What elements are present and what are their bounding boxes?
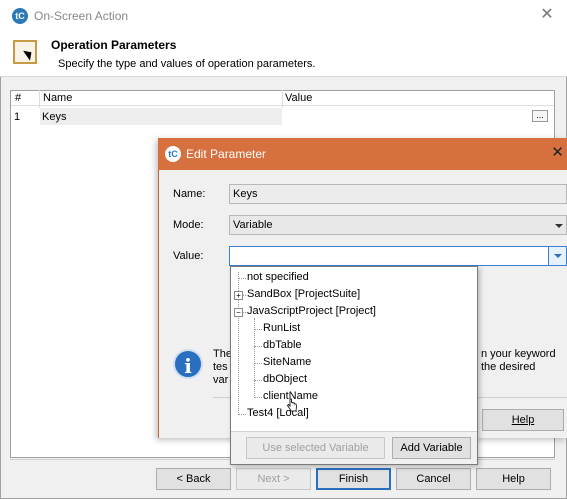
value-dropdown-button[interactable] <box>548 246 567 266</box>
next-button[interactable]: Next > <box>236 468 311 490</box>
tree-item-sandbox[interactable]: SandBox [ProjectSuite] <box>247 288 360 300</box>
help-button[interactable]: Help <box>476 468 551 490</box>
info-text-line: n your keyword <box>481 348 556 360</box>
mode-label: Mode: <box>173 219 204 231</box>
back-button[interactable]: < Back <box>156 468 231 490</box>
add-variable-button[interactable]: Add Variable <box>392 437 471 459</box>
window-title: On-Screen Action <box>34 9 129 23</box>
tree-connector <box>254 329 262 330</box>
cancel-button[interactable]: Cancel <box>396 468 471 490</box>
tree-item-sitename[interactable]: SiteName <box>263 356 311 368</box>
chevron-down-icon <box>554 254 562 258</box>
table-row[interactable]: 1 Keys <box>11 108 554 125</box>
info-icon: i <box>173 349 203 379</box>
tree-item-dbtable[interactable]: dbTable <box>263 339 302 351</box>
name-label: Name: <box>173 188 206 200</box>
tree-connector <box>238 278 246 279</box>
dialog-title: Edit Parameter <box>186 147 267 161</box>
testcomplete-logo-icon: tC <box>12 8 28 24</box>
tree-connector <box>254 346 262 347</box>
tree-item-runlist[interactable]: RunList <box>263 322 300 334</box>
column-header-number[interactable]: # <box>15 92 21 104</box>
collapse-icon[interactable]: − <box>234 308 243 317</box>
expand-icon[interactable]: + <box>234 291 243 300</box>
testcomplete-logo-icon: tC <box>165 146 181 162</box>
tree-item-test4[interactable]: Test4 [Local] <box>247 407 309 419</box>
tree-item-javascriptproject[interactable]: JavaScriptProject [Project] <box>247 305 376 317</box>
dialog-help-label: Help <box>511 414 535 426</box>
tree-connector <box>254 397 262 398</box>
tree-item-dbobject[interactable]: dbObject <box>263 373 307 385</box>
mode-select[interactable]: Variable <box>229 215 567 235</box>
mode-select-value: Variable <box>233 219 273 231</box>
dialog-help-button[interactable]: Help <box>482 409 564 431</box>
tree-connector <box>254 363 262 364</box>
name-field[interactable]: Keys <box>229 184 567 204</box>
header-divider <box>11 105 554 106</box>
row-name: Keys <box>42 111 67 123</box>
row-number: 1 <box>14 111 21 123</box>
info-text-line: var <box>213 374 229 386</box>
tree-connector <box>254 380 262 381</box>
tree-connector <box>254 318 255 398</box>
tree-connector <box>238 414 246 415</box>
value-label: Value: <box>173 250 204 262</box>
info-text-line: tes <box>213 361 228 373</box>
hand-cursor-icon <box>287 398 297 412</box>
tree-item-not-specified[interactable]: not specified <box>247 271 309 283</box>
use-selected-variable-button[interactable]: Use selected Variable <box>246 437 385 459</box>
column-header-value[interactable]: Value <box>285 92 312 104</box>
ellipsis-button[interactable]: ... <box>532 110 548 122</box>
info-text-line: the desired <box>481 361 536 373</box>
header-subtitle: Specify the type and values of operation… <box>58 58 316 70</box>
close-icon[interactable]: ✕ <box>548 143 567 163</box>
value-select[interactable] <box>229 246 549 266</box>
chevron-down-icon <box>555 224 563 228</box>
column-header-name[interactable]: Name <box>43 92 72 104</box>
close-icon[interactable]: ✕ <box>537 5 557 25</box>
finish-button[interactable]: Finish <box>316 468 391 490</box>
header-title: Operation Parameters <box>51 38 177 52</box>
